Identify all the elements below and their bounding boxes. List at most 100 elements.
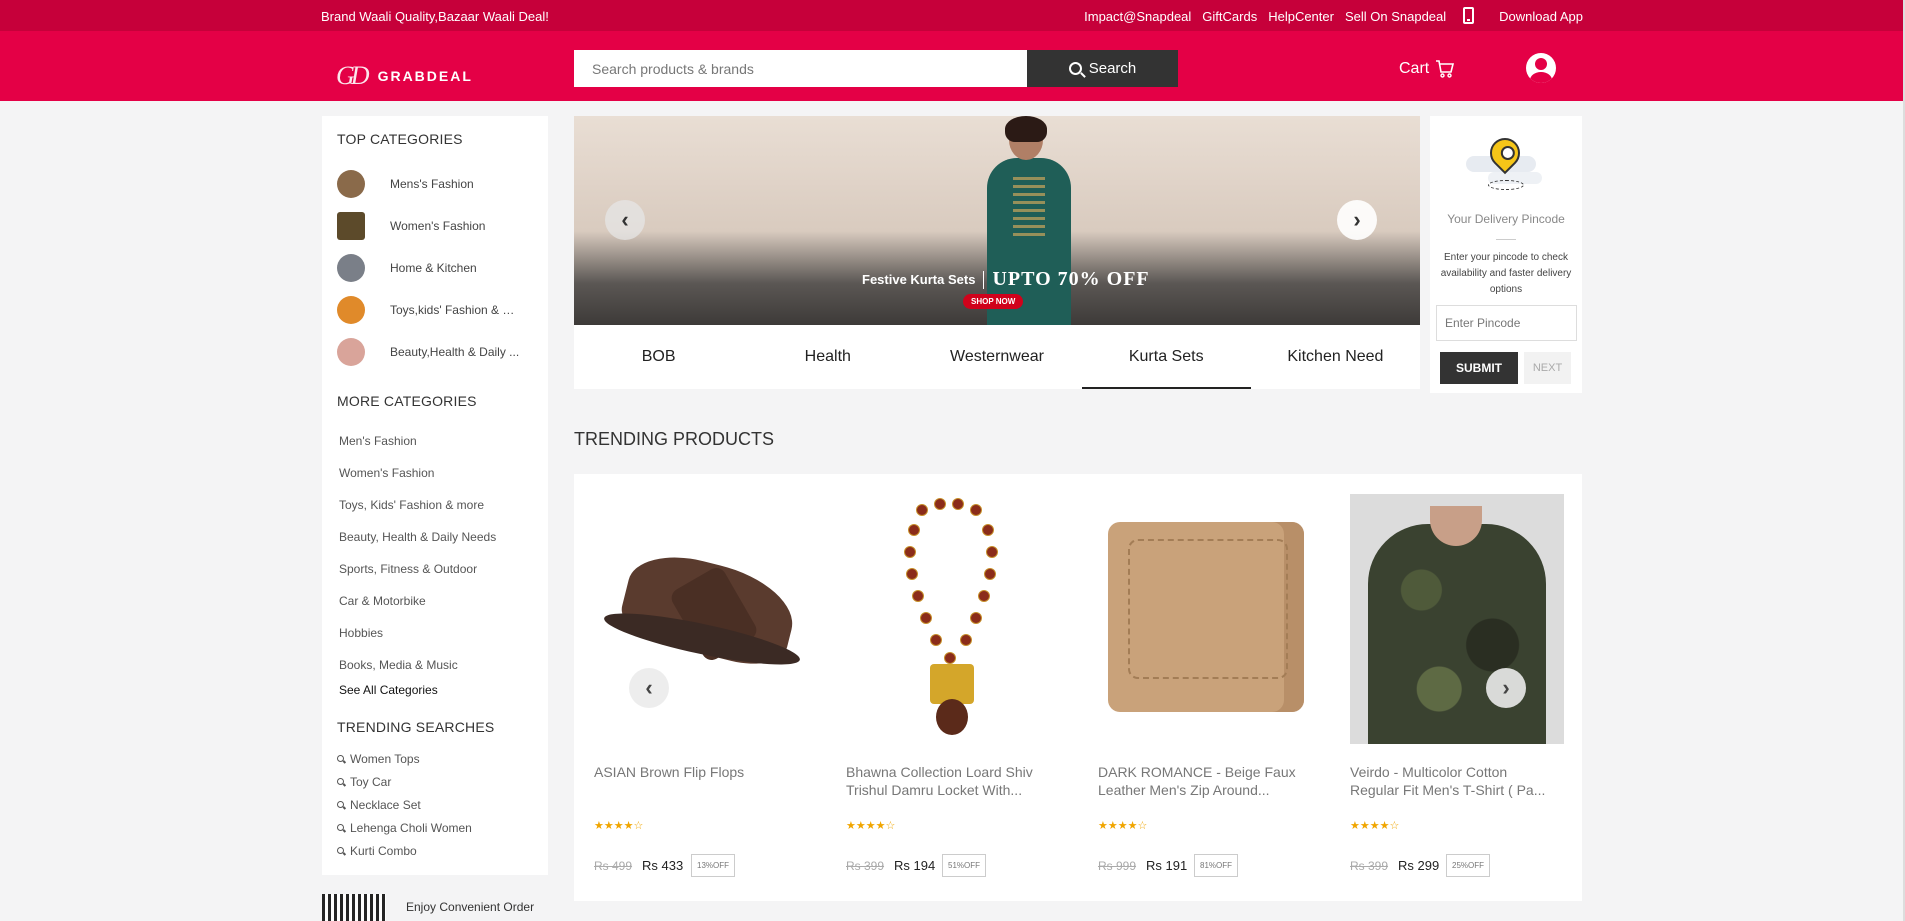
logo[interactable]: GD GRABDEAL <box>336 61 473 91</box>
search-icon <box>337 823 344 831</box>
top-category-item[interactable]: Mens's Fashion <box>337 169 537 199</box>
shop-now-button[interactable]: SHOP NOW <box>963 294 1024 309</box>
top-category-item[interactable]: Women's Fashion <box>337 211 537 241</box>
product-title: DARK ROMANCE - Beige Faux Leather Men's … <box>1098 764 1296 798</box>
trending-search-link[interactable]: Lehenga Choli Women <box>337 821 472 835</box>
chevron-right-icon: › <box>1353 207 1361 232</box>
banner-tabs: BOB Health Westernwear Kurta Sets Kitche… <box>574 325 1420 389</box>
search-icon <box>337 846 344 854</box>
more-category-link[interactable]: Books, Media & Music <box>339 658 458 672</box>
trending-search-link[interactable]: Women Tops <box>337 752 420 766</box>
product-card[interactable]: ASIAN Brown Flip Flops ★★★★☆ Rs 499 Rs 4… <box>594 474 808 901</box>
products-next-button[interactable]: › <box>1486 668 1526 708</box>
link-giftcards[interactable]: GiftCards <box>1202 9 1257 24</box>
tagline: Brand Waali Quality,Bazaar Waali Deal! <box>321 9 549 24</box>
pincode-input[interactable] <box>1436 305 1577 341</box>
link-impact[interactable]: Impact@Snapdeal <box>1084 9 1191 24</box>
pincode-title: Your Delivery Pincode <box>1447 212 1565 226</box>
discount-badge: 25%OFF <box>1446 854 1491 877</box>
product-image <box>594 494 808 744</box>
trending-search-label: Women Tops <box>350 752 420 766</box>
user-account-icon[interactable] <box>1526 53 1556 83</box>
more-category-link[interactable]: Men's Fashion <box>339 434 417 448</box>
product-card[interactable]: Bhawna Collection Loard Shiv Trishul Dam… <box>846 474 1060 901</box>
divider <box>983 270 985 289</box>
location-pin-icon <box>1458 128 1554 198</box>
category-label: Beauty,Health & Daily ... <box>390 345 520 359</box>
more-category-link[interactable]: Beauty, Health & Daily Needs <box>339 530 496 544</box>
banner-next-button[interactable]: › <box>1337 200 1377 240</box>
original-price: Rs 399 <box>846 859 885 873</box>
phone-icon <box>1463 6 1475 24</box>
cart-label: Cart <box>1399 60 1430 77</box>
pincode-panel: Your Delivery Pincode Enter your pincode… <box>1430 116 1582 393</box>
top-strip: Brand Waali Quality,Bazaar Waali Deal! I… <box>0 0 1905 31</box>
star-rating: ★★★★☆ <box>846 820 896 832</box>
chevron-right-icon: › <box>1502 675 1510 700</box>
banner-prev-button[interactable]: ‹ <box>605 200 645 240</box>
tab-kurta-sets[interactable]: Kurta Sets <box>1081 325 1252 389</box>
category-thumbnail <box>337 296 365 324</box>
chevron-left-icon: ‹ <box>621 207 629 232</box>
search-icon <box>337 754 344 762</box>
more-category-link[interactable]: Car & Motorbike <box>339 594 426 608</box>
more-category-link[interactable]: Women's Fashion <box>339 466 434 480</box>
discount-badge: 81%OFF <box>1194 854 1239 877</box>
top-categories-title: TOP CATEGORIES <box>337 131 463 147</box>
sidebar: TOP CATEGORIES Mens's Fashion Women's Fa… <box>322 116 548 875</box>
header: GD GRABDEAL Search Cart <box>0 31 1905 101</box>
top-category-item[interactable]: Home & Kitchen <box>337 253 537 283</box>
category-thumbnail <box>337 170 365 198</box>
top-category-item[interactable]: Toys,kids' Fashion & m... <box>337 295 537 325</box>
discount-badge: 13%OFF <box>691 854 736 877</box>
tab-bob[interactable]: BOB <box>574 325 743 389</box>
trending-searches-title: TRENDING SEARCHES <box>337 719 495 735</box>
trending-search-link[interactable]: Necklace Set <box>337 798 421 812</box>
product-image <box>1350 494 1564 744</box>
search-icon <box>337 800 344 808</box>
category-thumbnail <box>337 212 365 240</box>
trending-search-link[interactable]: Toy Car <box>337 775 391 789</box>
pincode-description: Enter your pincode to check availability… <box>1440 252 1572 295</box>
sale-price: Rs 433 <box>642 858 684 873</box>
trending-search-link[interactable]: Kurti Combo <box>337 844 417 858</box>
product-title: Bhawna Collection Loard Shiv Trishul Dam… <box>846 764 1033 798</box>
search-button[interactable]: Search <box>1027 50 1178 87</box>
search-input[interactable] <box>574 50 1027 87</box>
category-thumbnail <box>337 254 365 282</box>
link-download-app[interactable]: Download App <box>1499 9 1583 24</box>
more-category-link[interactable]: Hobbies <box>339 626 383 640</box>
more-category-link[interactable]: Toys, Kids' Fashion & more <box>339 498 484 512</box>
banner-headline: Festive Kurta Sets UPTO 70% OFF <box>862 268 1150 291</box>
hero-banner[interactable]: Festive Kurta Sets UPTO 70% OFF SHOP NOW… <box>574 116 1420 325</box>
top-category-item[interactable]: Beauty,Health & Daily ... <box>337 337 537 367</box>
search-icon <box>1068 62 1082 75</box>
link-helpcenter[interactable]: HelpCenter <box>1268 9 1334 24</box>
sale-price: Rs 194 <box>894 858 936 873</box>
tab-kitchen-need[interactable]: Kitchen Need <box>1251 325 1420 389</box>
star-rating: ★★★★☆ <box>1098 820 1148 832</box>
tab-westernwear[interactable]: Westernwear <box>912 325 1081 389</box>
more-category-link[interactable]: Sports, Fitness & Outdoor <box>339 562 477 576</box>
discount-badge: 51%OFF <box>942 854 987 877</box>
cart-button[interactable]: Cart <box>1399 59 1455 79</box>
category-label: Mens's Fashion <box>390 177 474 191</box>
pincode-next-button[interactable]: NEXT <box>1524 352 1571 384</box>
trending-products-title: TRENDING PRODUCTS <box>574 429 775 449</box>
link-sell[interactable]: Sell On Snapdeal <box>1345 9 1446 24</box>
original-price: Rs 499 <box>594 859 633 873</box>
chevron-left-icon: ‹ <box>645 675 653 700</box>
cart-icon <box>1436 60 1455 78</box>
qr-caption: Enjoy Convenient Order <box>406 900 535 914</box>
search-icon <box>337 777 344 785</box>
tab-health[interactable]: Health <box>743 325 912 389</box>
see-all-categories-link[interactable]: See All Categories <box>339 683 438 697</box>
products-prev-button[interactable]: ‹ <box>629 668 669 708</box>
pincode-submit-button[interactable]: SUBMIT <box>1440 352 1518 384</box>
logo-text: GRABDEAL <box>377 68 473 84</box>
product-card[interactable]: DARK ROMANCE - Beige Faux Leather Men's … <box>1098 474 1312 901</box>
product-card[interactable]: Veirdo - Multicolor Cotton Regular Fit M… <box>1350 474 1564 901</box>
banner-caption: Festive Kurta Sets <box>862 272 976 287</box>
product-title: ASIAN Brown Flip Flops <box>594 764 745 780</box>
trending-search-label: Lehenga Choli Women <box>350 821 472 835</box>
